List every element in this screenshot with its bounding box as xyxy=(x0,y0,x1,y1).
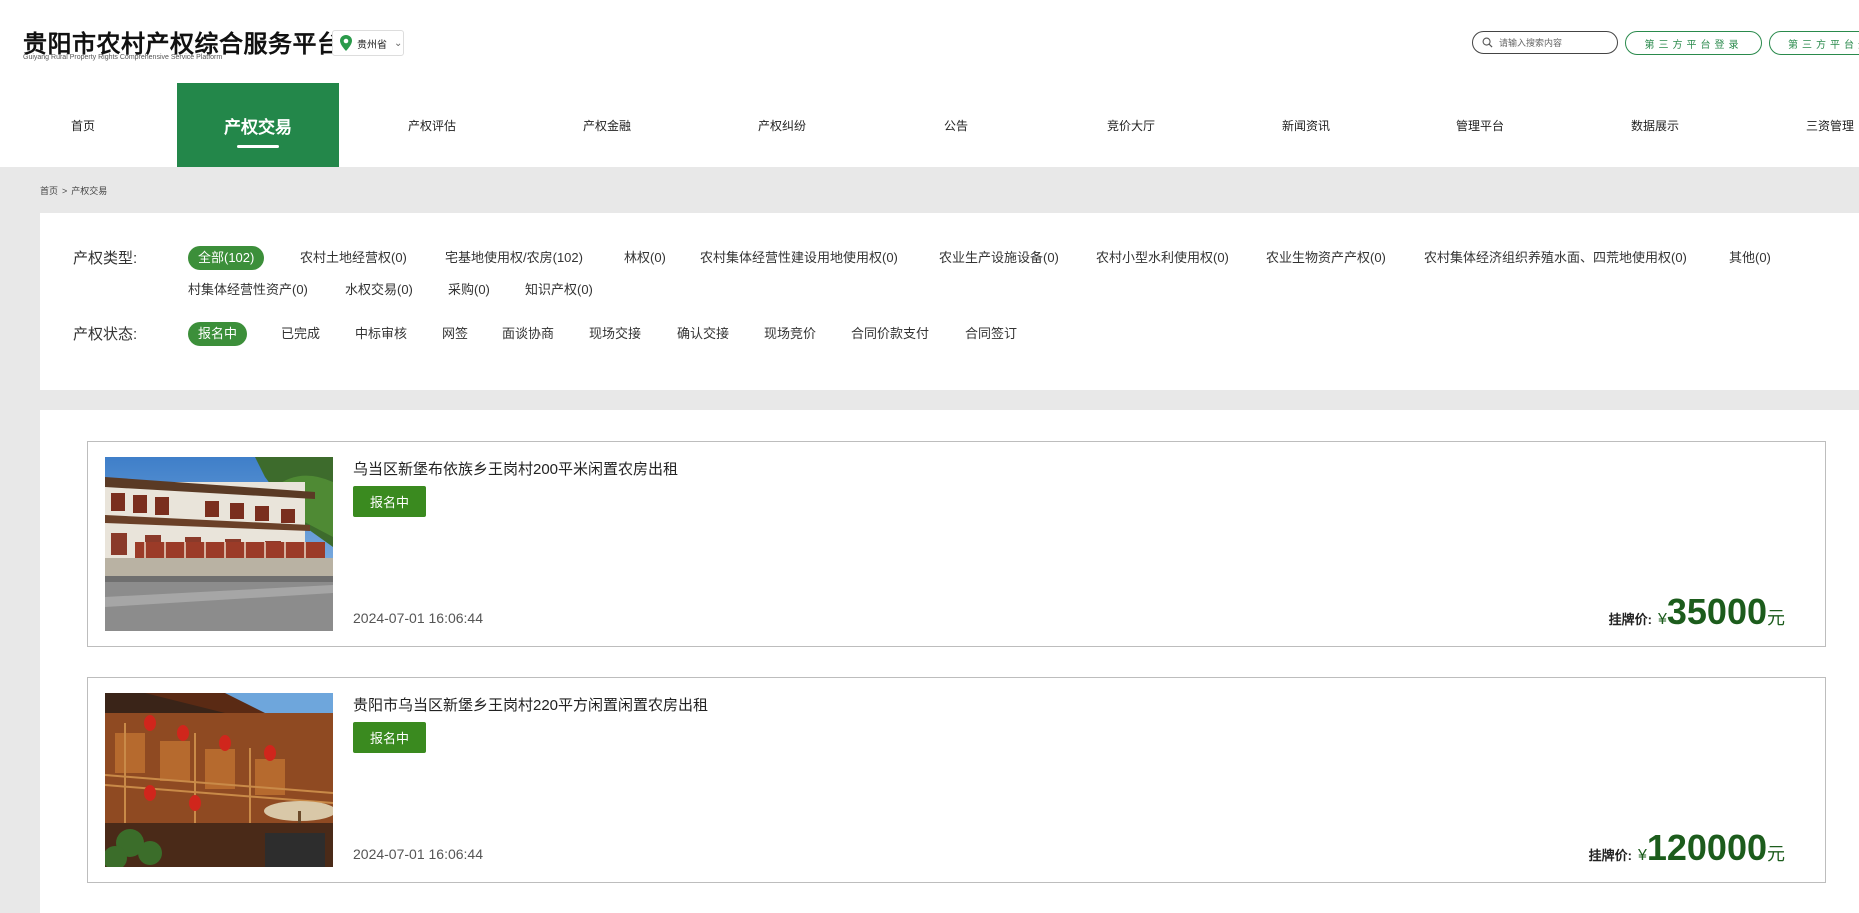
type-filter-water-rights[interactable]: 水权交易(0) xyxy=(345,278,413,302)
status-filter-confirm-handover[interactable]: 确认交接 xyxy=(677,322,729,346)
type-filter-village-assets[interactable]: 村集体经营性资产(0) xyxy=(188,278,308,302)
nav-property-evaluation[interactable]: 产权评估 xyxy=(387,83,477,167)
price-unit: 元 xyxy=(1767,608,1785,628)
type-filter-ip[interactable]: 知识产权(0) xyxy=(525,278,593,302)
search-input[interactable] xyxy=(1497,36,1611,49)
listing-title[interactable]: 贵阳市乌当区新堡乡王岗村220平方闲置闲置农房出租 xyxy=(353,694,708,715)
region-label: 贵州省 xyxy=(357,39,387,51)
nav-management-platform[interactable]: 管理平台 xyxy=(1435,83,1525,167)
region-selector[interactable]: 贵州省 ⌄ xyxy=(332,30,404,56)
price-label: 挂牌价: xyxy=(1608,612,1652,627)
status-filter-onsite-handover[interactable]: 现场交接 xyxy=(589,322,641,346)
type-filter-construction-land[interactable]: 农村集体经营性建设用地使用权(0) xyxy=(700,246,898,270)
status-filter-bid-review[interactable]: 中标审核 xyxy=(355,322,407,346)
price-currency: ¥ xyxy=(1637,847,1647,864)
status-filter-contract-signing[interactable]: 合同签订 xyxy=(965,322,1017,346)
listing-card[interactable]: 贵阳市乌当区新堡乡王岗村220平方闲置闲置农房出租 报名中 2024-07-01… xyxy=(87,677,1826,883)
listing-price: 挂牌价: ¥ 35000 元 xyxy=(1609,594,1785,630)
third-party-login-button-2[interactable]: 第三方平台登 xyxy=(1769,31,1859,55)
nav-home[interactable]: 首页 xyxy=(38,83,128,167)
type-filter-water-surface[interactable]: 农村集体经济组织养殖水面、四荒地使用权(0) xyxy=(1424,246,1687,270)
type-filter-procurement[interactable]: 采购(0) xyxy=(448,278,490,302)
status-filter-registering[interactable]: 报名中 xyxy=(188,322,248,346)
price-value: 35000 xyxy=(1666,591,1767,632)
type-filter-forest[interactable]: 林权(0) xyxy=(624,246,666,270)
breadcrumb: 首页 > 产权交易 xyxy=(40,184,107,197)
header: 贵阳市农村产权综合服务平台 Guiyang Rural Property Rig… xyxy=(0,0,1859,83)
price-value: 120000 xyxy=(1646,827,1767,868)
breadcrumb-separator: > xyxy=(62,186,68,196)
breadcrumb-home[interactable]: 首页 xyxy=(40,186,58,196)
type-filter-facilities[interactable]: 农业生产设施设备(0) xyxy=(939,246,1059,270)
listing-price: 挂牌价: ¥ 120000 元 xyxy=(1589,830,1785,866)
nav-announcement[interactable]: 公告 xyxy=(911,83,1001,167)
listing-status-badge[interactable]: 报名中 xyxy=(353,486,426,517)
type-filter-biological-assets[interactable]: 农业生物资产产权(0) xyxy=(1266,246,1386,270)
nav-news[interactable]: 新闻资讯 xyxy=(1261,83,1351,167)
filter-panel: 产权类型: 全部(102) 农村土地经营权(0) 宅基地使用权/农房(102) … xyxy=(40,213,1859,390)
chevron-down-icon: ⌄ xyxy=(394,37,403,49)
price-currency: ¥ xyxy=(1657,611,1667,628)
third-party-login-button[interactable]: 第三方平台登录 xyxy=(1625,31,1762,55)
status-filter-onsite-bidding[interactable]: 现场竞价 xyxy=(764,322,816,346)
price-unit: 元 xyxy=(1767,844,1785,864)
type-filter-all[interactable]: 全部(102) xyxy=(188,246,265,270)
listing-thumbnail[interactable] xyxy=(105,457,333,631)
main-nav: 首页 产权交易 产权评估 产权金融 产权纠纷 公告 竞价大厅 新闻资讯 管理平台… xyxy=(0,83,1859,167)
house-photo-1 xyxy=(105,457,333,631)
listing-title[interactable]: 乌当区新堡布依族乡王岗村200平米闲置农房出租 xyxy=(353,458,678,479)
nav-property-trading[interactable]: 产权交易 xyxy=(177,83,339,167)
status-filter-contract-payment[interactable]: 合同价款支付 xyxy=(851,322,929,346)
nav-property-finance[interactable]: 产权金融 xyxy=(562,83,652,167)
search-icon xyxy=(1482,37,1493,48)
location-pin-icon xyxy=(340,35,352,51)
price-label: 挂牌价: xyxy=(1588,848,1632,863)
site-subtitle: Guiyang Rural Property Rights Comprehens… xyxy=(23,54,223,61)
type-filter-homestead[interactable]: 宅基地使用权/农房(102) xyxy=(445,246,583,270)
listing-status-badge[interactable]: 报名中 xyxy=(353,722,426,753)
status-filter-completed[interactable]: 已完成 xyxy=(281,322,320,346)
property-status-label: 产权状态: xyxy=(73,326,138,343)
nav-three-assets[interactable]: 三资管理 xyxy=(1785,83,1859,167)
type-filter-land-management[interactable]: 农村土地经营权(0) xyxy=(300,246,407,270)
listing-date: 2024-07-01 16:06:44 xyxy=(353,846,483,862)
nav-property-dispute[interactable]: 产权纠纷 xyxy=(737,83,827,167)
property-type-label: 产权类型: xyxy=(73,250,138,267)
breadcrumb-current: 产权交易 xyxy=(71,186,108,196)
nav-data-display[interactable]: 数据展示 xyxy=(1610,83,1700,167)
type-filter-water-conservancy[interactable]: 农村小型水利使用权(0) xyxy=(1096,246,1229,270)
listing-date: 2024-07-01 16:06:44 xyxy=(353,610,483,626)
nav-bidding-hall[interactable]: 竞价大厅 xyxy=(1086,83,1176,167)
house-photo-2 xyxy=(105,693,333,867)
listing-panel: 乌当区新堡布依族乡王岗村200平米闲置农房出租 报名中 2024-07-01 1… xyxy=(40,410,1859,913)
search-box[interactable] xyxy=(1472,31,1618,54)
listing-thumbnail[interactable] xyxy=(105,693,333,867)
status-filter-negotiation[interactable]: 面谈协商 xyxy=(502,322,554,346)
status-filter-online-sign[interactable]: 网签 xyxy=(442,322,468,346)
listing-card[interactable]: 乌当区新堡布依族乡王岗村200平米闲置农房出租 报名中 2024-07-01 1… xyxy=(87,441,1826,647)
type-filter-other[interactable]: 其他(0) xyxy=(1729,246,1771,270)
